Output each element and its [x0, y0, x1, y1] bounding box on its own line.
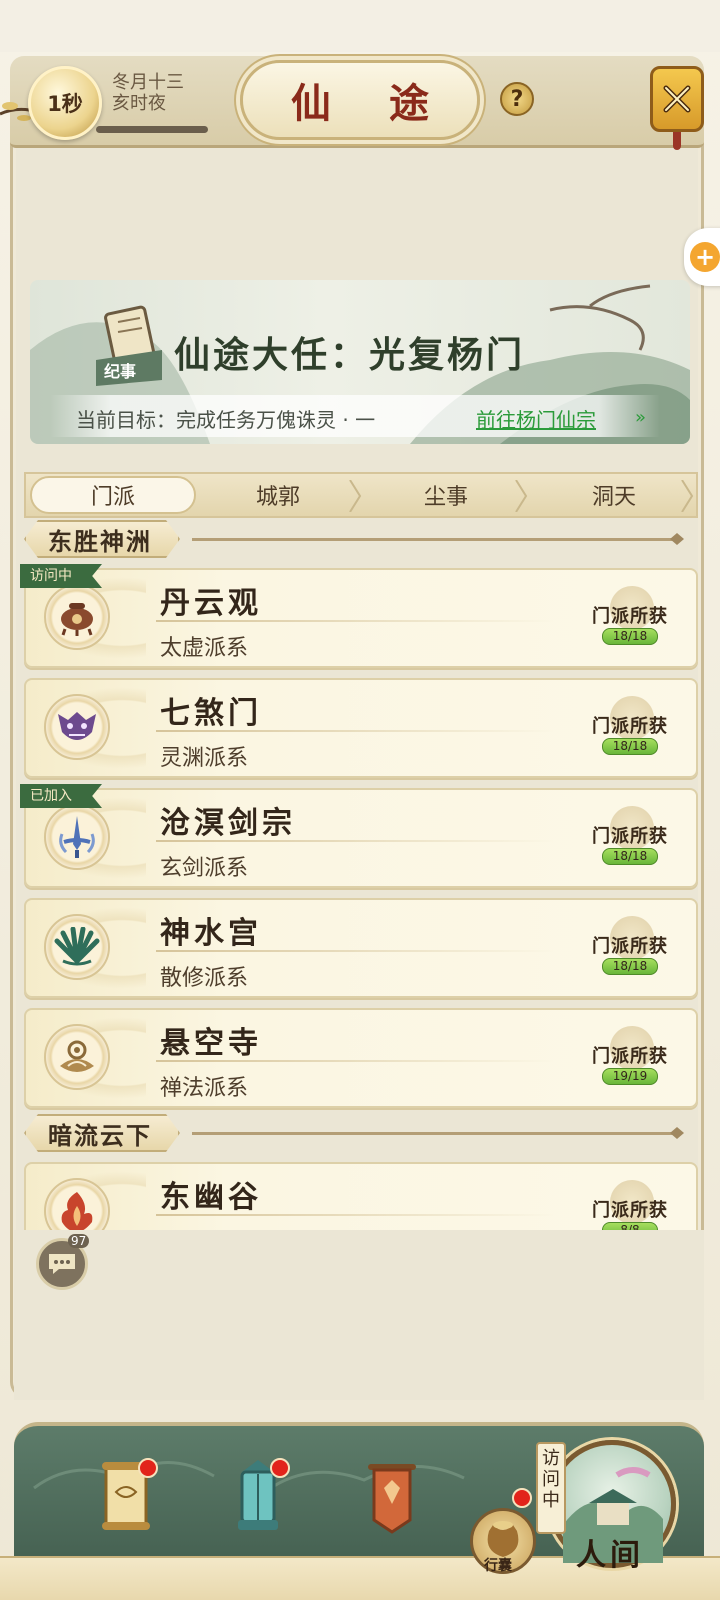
- time-speed-button[interactable]: 1秒: [28, 66, 102, 140]
- world-label: 人间: [576, 1538, 644, 1573]
- clan-name: 沧溟剑宗: [160, 806, 296, 841]
- tassel-decoration: [673, 132, 681, 150]
- notification-dot: [138, 1458, 158, 1478]
- section-divider: [192, 1132, 678, 1135]
- reward-count: 18/18: [602, 628, 658, 645]
- tab-label: 城郭: [255, 485, 300, 510]
- side-add-button[interactable]: +: [684, 228, 720, 286]
- page-title-plaque: 仙 途: [240, 60, 480, 140]
- section-title: 东胜神洲: [24, 520, 180, 558]
- quest-title: 仙途大任：光复杨门: [174, 334, 526, 376]
- sword-icon: [59, 816, 95, 858]
- date-hour: 亥时夜: [112, 93, 166, 114]
- clan-lineage: 玄剑派系: [160, 856, 249, 881]
- section-title: 暗流云下: [24, 1114, 180, 1152]
- clan-reward: 门派所获 19/19: [574, 1022, 686, 1102]
- banner-icon: [368, 1464, 416, 1534]
- tab-label: 洞天: [591, 485, 636, 510]
- censer-icon: [61, 603, 93, 636]
- card-divider: [156, 1060, 554, 1062]
- reward-label: 门派所获: [592, 1200, 668, 1221]
- clan-name: 东幽谷: [160, 1180, 262, 1215]
- clan-reward: 门派所获 18/18: [574, 692, 686, 772]
- flame-icon: [61, 1192, 93, 1232]
- category-tabs: 门派 城郭 尘事 洞天: [24, 472, 698, 518]
- reward-label: 门派所获: [592, 1046, 668, 1067]
- notification-dot: [512, 1488, 532, 1508]
- section-divider-end: [670, 533, 684, 545]
- tab-affairs[interactable]: 尘事: [362, 474, 530, 516]
- tab-sect[interactable]: 门派: [30, 476, 196, 514]
- section-header-east: 东胜神洲: [24, 520, 698, 560]
- status-badge: 访问中: [20, 564, 102, 588]
- tab-city[interactable]: 城郭: [194, 474, 362, 516]
- tab-cave[interactable]: 洞天: [530, 474, 698, 516]
- clan-card[interactable]: 已加入 沧溟剑宗 玄剑派系 门派所获 18/18: [20, 784, 698, 888]
- reward-count: 18/18: [602, 958, 658, 975]
- status-strip: [0, 0, 720, 52]
- world-status-tag: 访问中: [536, 1442, 566, 1534]
- quest-goal-text: 当前目标：完成任务万傀诛灵 · 一: [76, 408, 376, 432]
- clan-card[interactable]: 访问中 丹云观 太虚派系 门派所获 18/18: [20, 564, 698, 668]
- clan-reward: 门派所获 18/18: [574, 912, 686, 992]
- question-icon[interactable]: ?: [500, 82, 534, 116]
- chronicle-badge: 纪事: [104, 362, 137, 381]
- chat-unread-count: 97: [68, 1234, 90, 1248]
- reward-count: 19/19: [602, 1068, 658, 1085]
- clan-reward: 门派所获 18/18: [574, 582, 686, 662]
- section-divider: [192, 538, 678, 541]
- card-divider: [156, 840, 554, 842]
- clan-emblem: [44, 694, 110, 760]
- reward-label: 门派所获: [592, 606, 668, 627]
- lotus-icon: [60, 1040, 94, 1072]
- reward-label: 门派所获: [592, 716, 668, 737]
- reward-count: 18/18: [602, 738, 658, 755]
- chevron-right-icon[interactable]: »: [635, 407, 646, 428]
- clan-name: 神水宫: [160, 916, 262, 951]
- demon-mask-icon: [58, 712, 96, 740]
- time-progress-bar: [96, 126, 208, 133]
- clan-name: 悬空寺: [160, 1026, 262, 1061]
- card-divider: [156, 730, 554, 732]
- clan-emblem: [44, 914, 110, 980]
- plus-icon: +: [690, 242, 720, 272]
- section-divider-end: [670, 1127, 684, 1139]
- clan-card[interactable]: 悬空寺 禅法派系 门派所获 19/19: [24, 1008, 698, 1108]
- clan-name: 丹云观: [160, 586, 262, 621]
- clan-lineage: 散修派系: [160, 966, 249, 991]
- list-clip-area: [14, 1230, 704, 1400]
- card-divider: [156, 950, 554, 952]
- notification-dot: [270, 1458, 290, 1478]
- card-divider: [156, 1214, 554, 1216]
- section-header-undercurrent: 暗流云下: [24, 1114, 698, 1154]
- clan-card[interactable]: 七煞门 灵渊派系 门派所获 18/18: [24, 678, 698, 778]
- clan-lineage: 灵渊派系: [160, 746, 249, 771]
- clan-lineage: 太虚派系: [160, 636, 249, 661]
- reward-label: 门派所获: [592, 936, 668, 957]
- reward-label: 门派所获: [592, 826, 668, 847]
- time-speed-label: 1秒: [47, 92, 83, 116]
- date-month: 冬月十三: [112, 72, 184, 93]
- bag-label: 行囊: [484, 1558, 512, 1574]
- tab-label: 门派: [90, 485, 135, 510]
- close-button[interactable]: [650, 66, 704, 132]
- reward-count: 18/18: [602, 848, 658, 865]
- clan-lineage: 禅法派系: [160, 1076, 249, 1101]
- clan-emblem: [44, 584, 110, 650]
- status-badge: 已加入: [20, 784, 102, 808]
- close-icon: [663, 85, 691, 113]
- page-title: 仙 途: [291, 80, 451, 127]
- clan-name: 七煞门: [160, 696, 262, 731]
- clan-emblem: [44, 1024, 110, 1090]
- clan-reward: 门派所获 18/18: [574, 802, 686, 882]
- quest-goto-link[interactable]: 前往杨门仙宗: [476, 404, 596, 433]
- clan-emblem: [44, 804, 110, 870]
- tab-label: 尘事: [423, 485, 468, 510]
- leaf-fan-icon: [54, 927, 100, 966]
- clan-card[interactable]: 神水宫 散修派系 门派所获 18/18: [24, 898, 698, 998]
- chat-icon: [49, 1254, 75, 1274]
- card-divider: [156, 620, 554, 622]
- game-date: 冬月十三 亥时夜: [112, 72, 184, 114]
